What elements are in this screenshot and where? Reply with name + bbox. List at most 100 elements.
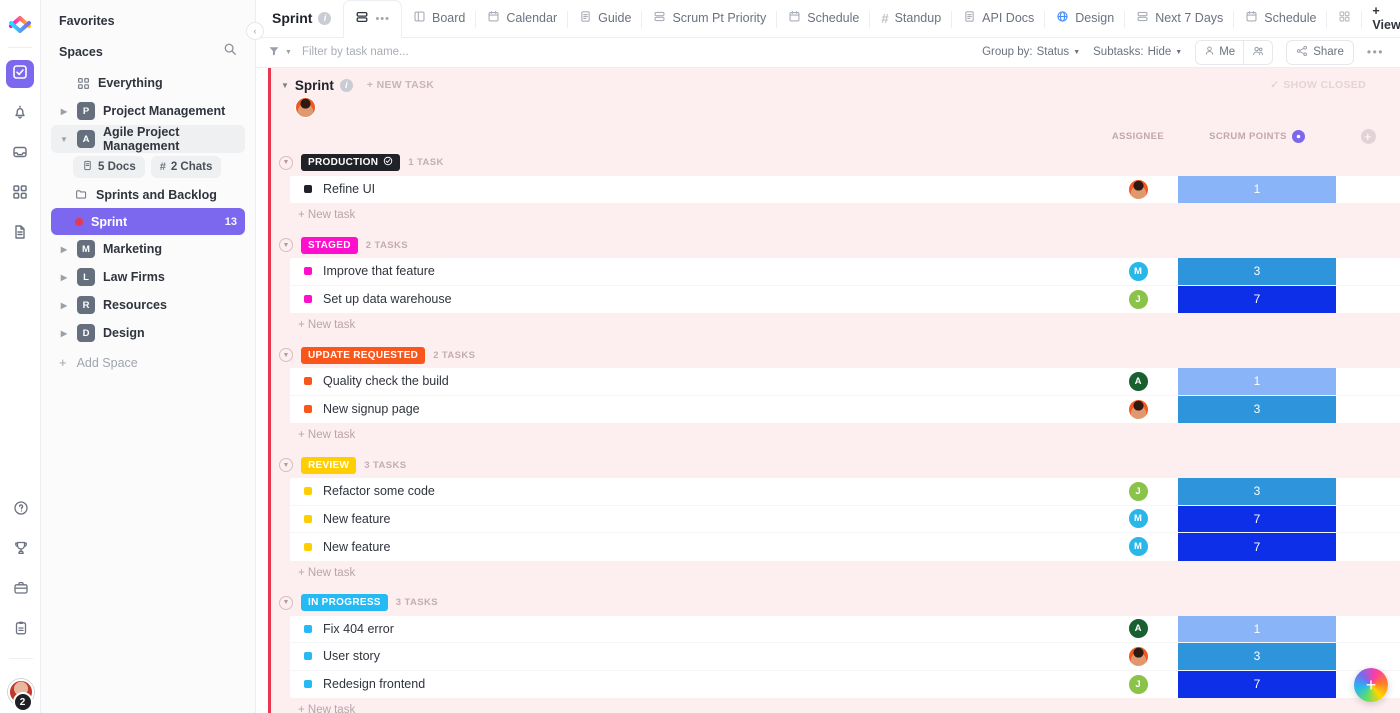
people-filter-button[interactable] — [1243, 41, 1272, 64]
assignee-cell[interactable]: A — [1098, 618, 1178, 639]
add-column-button[interactable]: + — [1336, 129, 1400, 144]
status-badge[interactable]: UPDATE REQUESTED — [301, 347, 425, 364]
scrum-points-cell[interactable]: 1 — [1178, 176, 1336, 204]
sidebar-folder-sprints-and-backlog[interactable]: Sprints and Backlog — [51, 181, 245, 208]
sidebar-item-law-firms[interactable]: ▶ L Law Firms — [51, 263, 245, 291]
tab-list-view[interactable]: ••• — [343, 0, 402, 38]
scrum-points-cell[interactable]: 3 — [1178, 396, 1336, 424]
chevron-right-icon[interactable]: ▶ — [59, 245, 69, 254]
info-icon[interactable]: i — [318, 12, 331, 25]
create-button[interactable]: + — [1354, 668, 1388, 702]
sidebar-list-sprint[interactable]: Sprint 13 — [51, 208, 245, 235]
rail-item-clipboard[interactable] — [7, 616, 35, 644]
table-row[interactable]: Set up data warehouse J 7 — [290, 286, 1400, 314]
filter-input[interactable]: Filter by task name... — [302, 46, 409, 58]
status-badge[interactable]: PRODUCTION — [301, 154, 400, 171]
chevron-down-icon[interactable]: ▼ — [279, 238, 293, 252]
tab-grid-toggle[interactable] — [1327, 0, 1362, 37]
status-badge[interactable]: REVIEW — [301, 457, 356, 474]
assignee-cell[interactable] — [1098, 646, 1178, 667]
group-by-control[interactable]: Group by: Status ▼ — [982, 46, 1080, 58]
tab-board[interactable]: Board — [402, 0, 476, 37]
add-task-row[interactable]: + New task — [271, 561, 1400, 588]
task-name-cell[interactable]: Refine UI — [290, 182, 1098, 196]
scrum-points-cell[interactable]: 7 — [1178, 506, 1336, 533]
task-name-cell[interactable]: Improve that feature — [290, 264, 1098, 278]
tab-schedule-1[interactable]: Schedule — [777, 0, 870, 37]
tab-next-7-days[interactable]: Next 7 Days — [1125, 0, 1234, 37]
clickup-logo-icon[interactable] — [6, 9, 34, 37]
add-task-row[interactable]: + New task — [271, 313, 1400, 340]
column-header-assignee[interactable]: ASSIGNEE — [1098, 131, 1178, 142]
subtasks-control[interactable]: Subtasks: Hide ▼ — [1093, 46, 1182, 58]
chevron-right-icon[interactable]: ▶ — [59, 273, 69, 282]
sidebar-collapse-toggle[interactable]: ‹ — [246, 22, 264, 40]
avatar[interactable] — [295, 97, 316, 118]
filter-button[interactable]: ▼ — [268, 45, 292, 60]
ellipsis-icon[interactable]: ••• — [375, 13, 390, 25]
chevron-down-icon[interactable]: ▼ — [59, 135, 69, 144]
chevron-down-icon[interactable]: ▼ — [279, 458, 293, 472]
chats-chip[interactable]: # 2 Chats — [151, 156, 222, 178]
task-name-cell[interactable]: Quality check the build — [290, 374, 1098, 388]
scrum-points-cell[interactable]: 3 — [1178, 478, 1336, 505]
table-row[interactable]: Refine UI 1 — [290, 176, 1400, 204]
more-options-icon[interactable]: ••• — [1367, 45, 1384, 59]
table-row[interactable]: Improve that feature M 3 — [290, 258, 1400, 286]
table-row[interactable]: Fix 404 error A 1 — [290, 616, 1400, 644]
chevron-down-icon[interactable]: ▼ — [279, 348, 293, 362]
sidebar-item-everything[interactable]: Everything — [51, 69, 245, 97]
assignee-cell[interactable]: A — [1098, 371, 1178, 392]
scrum-points-cell[interactable]: 7 — [1178, 671, 1336, 699]
sidebar-item-design[interactable]: ▶ D Design — [51, 319, 245, 347]
add-task-row[interactable]: + New task — [271, 203, 1400, 230]
rail-item-inbox[interactable] — [6, 140, 34, 168]
sidebar-item-resources[interactable]: ▶ R Resources — [51, 291, 245, 319]
task-name-cell[interactable]: User story — [290, 649, 1098, 663]
scrum-points-cell[interactable]: 3 — [1178, 258, 1336, 285]
rail-item-help[interactable] — [7, 496, 35, 524]
assignee-cell[interactable]: M — [1098, 536, 1178, 557]
me-filter-button[interactable]: Me — [1196, 41, 1243, 64]
table-row[interactable]: User story 3 — [290, 643, 1400, 671]
assignee-cell[interactable]: M — [1098, 508, 1178, 529]
chevron-right-icon[interactable]: ▶ — [59, 301, 69, 310]
share-button[interactable]: Share — [1286, 40, 1354, 65]
sidebar-item-project-management[interactable]: ▶ P Project Management — [51, 97, 245, 125]
task-name-cell[interactable]: New signup page — [290, 402, 1098, 416]
sidebar-item-marketing[interactable]: ▶ M Marketing — [51, 235, 245, 263]
task-name-cell[interactable]: Refactor some code — [290, 484, 1098, 498]
assignee-cell[interactable]: J — [1098, 674, 1178, 695]
column-header-scrum-points[interactable]: SCRUM POINTS — [1178, 130, 1336, 143]
rail-item-portfolios[interactable] — [7, 576, 35, 604]
scrum-points-cell[interactable]: 1 — [1178, 368, 1336, 395]
status-badge[interactable]: IN PROGRESS — [301, 594, 388, 611]
task-name-cell[interactable]: Set up data warehouse — [290, 292, 1098, 306]
task-name-cell[interactable]: Redesign frontend — [290, 677, 1098, 691]
task-name-cell[interactable]: Fix 404 error — [290, 622, 1098, 636]
table-row[interactable]: New signup page 3 — [290, 396, 1400, 424]
scrum-points-cell[interactable]: 1 — [1178, 616, 1336, 643]
chevron-right-icon[interactable]: ▶ — [59, 107, 69, 116]
task-name-cell[interactable]: New feature — [290, 512, 1098, 526]
tab-api-docs[interactable]: API Docs — [952, 0, 1045, 37]
scrum-points-cell[interactable]: 3 — [1178, 643, 1336, 670]
rail-item-goals[interactable] — [7, 536, 35, 564]
tab-guide[interactable]: Guide — [568, 0, 642, 37]
add-space-button[interactable]: + Add Space — [51, 347, 245, 378]
new-task-button[interactable]: + NEW TASK — [367, 79, 434, 91]
chevron-right-icon[interactable]: ▶ — [59, 329, 69, 338]
add-view-button[interactable]: + View — [1362, 0, 1400, 37]
rail-item-tasks[interactable] — [6, 60, 34, 88]
tab-scrum-pt-priority[interactable]: Scrum Pt Priority — [642, 0, 777, 37]
tab-schedule-2[interactable]: Schedule — [1234, 0, 1327, 37]
info-icon[interactable]: i — [340, 79, 353, 92]
chevron-down-icon[interactable]: ▼ — [279, 156, 293, 170]
status-badge[interactable]: STAGED — [301, 237, 358, 254]
rail-item-dashboards[interactable] — [6, 180, 34, 208]
table-row[interactable]: New feature M 7 — [290, 533, 1400, 561]
tab-calendar[interactable]: Calendar — [476, 0, 568, 37]
list-body[interactable]: ▼ Sprint i + NEW TASK ✓ SHOW CLOSED ASSI… — [256, 68, 1400, 713]
search-icon[interactable] — [223, 42, 237, 61]
scrum-points-cell[interactable]: 7 — [1178, 286, 1336, 314]
